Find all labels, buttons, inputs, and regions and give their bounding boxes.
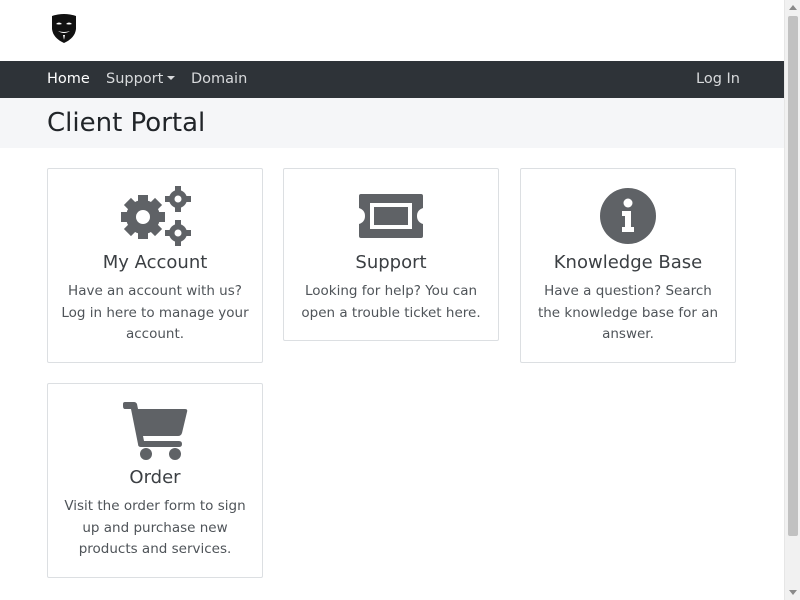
nav-support-dropdown[interactable]: Support: [106, 61, 176, 98]
mask-logo-icon[interactable]: [49, 13, 79, 43]
card-description: Have a question? Search the knowledge ba…: [537, 283, 719, 342]
nav-home-link[interactable]: Home: [47, 61, 90, 98]
main-navbar: Home Support Domain Log In: [0, 61, 784, 98]
logo-bar: [0, 0, 784, 61]
page-title: Client Portal: [47, 108, 206, 138]
card-my-account[interactable]: My Account Have an account with us? Log …: [47, 168, 263, 363]
gears-icon: [48, 185, 262, 247]
info-circle-icon: [521, 185, 735, 247]
page-header: Client Portal: [0, 98, 784, 148]
nav-support-label: Support: [106, 71, 164, 87]
card-description: Looking for help? You can open a trouble…: [301, 283, 481, 321]
card-support[interactable]: Support Looking for help? You can open a…: [283, 168, 499, 341]
ticket-icon: [284, 185, 498, 247]
card-description: Visit the order form to sign up and purc…: [64, 498, 246, 557]
scroll-thumb[interactable]: [788, 16, 798, 536]
shopping-cart-icon: [48, 400, 262, 462]
nav-domain-link[interactable]: Domain: [191, 61, 247, 98]
vertical-scrollbar[interactable]: [784, 0, 800, 600]
card-knowledge-base[interactable]: Knowledge Base Have a question? Search t…: [520, 168, 736, 363]
card-description: Have an account with us? Log in here to …: [61, 283, 249, 342]
card-title: Knowledge Base: [553, 252, 703, 273]
card-title: Support: [355, 252, 427, 273]
card-order[interactable]: Order Visit the order form to sign up an…: [47, 383, 263, 578]
card-title: My Account: [102, 252, 208, 273]
card-title: Order: [129, 467, 181, 488]
scroll-up-arrow-icon[interactable]: [789, 5, 797, 10]
scroll-down-arrow-icon[interactable]: [789, 590, 797, 595]
nav-login-link[interactable]: Log In: [696, 61, 740, 98]
caret-down-icon: [167, 76, 176, 80]
